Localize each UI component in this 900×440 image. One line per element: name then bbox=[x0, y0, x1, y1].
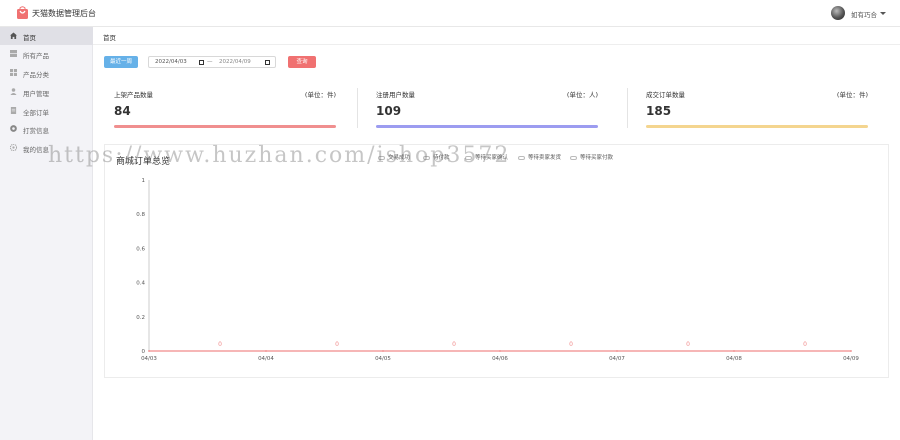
stat-title: 上架产品数量 bbox=[114, 91, 153, 99]
legend-swatch bbox=[423, 155, 430, 160]
card-divider bbox=[627, 88, 628, 128]
sidebar-item-rewards[interactable]: 打赏信息 bbox=[0, 120, 93, 138]
stat-bar bbox=[114, 125, 336, 128]
legend-swatch bbox=[518, 155, 525, 160]
stat-unit: (单位：件) bbox=[836, 91, 868, 99]
chart-title: 商城订单总览 bbox=[116, 157, 171, 167]
y-tick-label: 0 bbox=[142, 349, 146, 355]
legend-item[interactable]: 交易成功 bbox=[378, 153, 410, 161]
sidebar-item-users[interactable]: 用户管理 bbox=[0, 83, 93, 101]
legend-swatch bbox=[378, 155, 385, 160]
settings-icon bbox=[10, 144, 17, 151]
data-point bbox=[265, 350, 267, 352]
data-label: 0 bbox=[218, 341, 222, 348]
y-tick-label: 0.2 bbox=[136, 315, 145, 321]
sidebar-item-label: 产品分类 bbox=[23, 71, 49, 79]
sidebar-item-label: 打赏信息 bbox=[23, 127, 49, 135]
stat-title: 成交订单数量 bbox=[646, 91, 685, 99]
stat-bar bbox=[376, 125, 598, 128]
category-icon bbox=[10, 69, 17, 76]
legend-swatch bbox=[570, 155, 577, 160]
data-point bbox=[733, 350, 735, 352]
data-point bbox=[616, 350, 618, 352]
y-tick-label: 1 bbox=[142, 178, 146, 184]
y-tick-label: 0.8 bbox=[136, 212, 145, 218]
sidebar-item-label: 用户管理 bbox=[23, 90, 49, 98]
date-range-picker[interactable]: 2022/04/03 — 2022/04/09 bbox=[148, 56, 276, 68]
stat-card-users: 注册用户数量 (单位：人) 109 bbox=[376, 89, 598, 131]
sidebar: 首页 所有产品 产品分类 用户管理 全部订单 打赏信息 我的信息 bbox=[0, 27, 93, 440]
data-label: 0 bbox=[686, 341, 690, 348]
stat-value: 185 bbox=[646, 104, 672, 118]
x-tick-label: 04/04 bbox=[258, 356, 274, 362]
y-tick-label: 0.6 bbox=[136, 246, 145, 252]
sidebar-item-label: 全部订单 bbox=[23, 109, 49, 117]
legend-item[interactable]: 等待卖家发货 bbox=[518, 153, 561, 161]
sidebar-item-label: 我的信息 bbox=[23, 146, 49, 154]
calendar-icon[interactable] bbox=[265, 60, 270, 65]
data-label: 0 bbox=[452, 341, 456, 348]
user-icon bbox=[10, 88, 17, 95]
top-bar: 天猫数据管理后台 如有巧合 bbox=[0, 0, 900, 27]
stat-card-orders: 成交订单数量 (单位：件) 185 bbox=[646, 89, 868, 131]
end-date-input[interactable]: 2022/04/09 bbox=[219, 59, 251, 65]
sidebar-item-categories[interactable]: 产品分类 bbox=[0, 64, 93, 82]
calendar-icon[interactable] bbox=[199, 60, 204, 65]
y-tick-label: 0.4 bbox=[136, 281, 145, 287]
x-tick-label: 04/09 bbox=[843, 356, 859, 362]
stat-card-products: 上架产品数量 (单位：件) 84 bbox=[114, 89, 336, 131]
sidebar-item-orders[interactable]: 全部订单 bbox=[0, 102, 93, 120]
stat-value: 84 bbox=[114, 104, 131, 118]
start-date-input[interactable]: 2022/04/03 bbox=[155, 59, 187, 65]
caret-down-icon[interactable] bbox=[880, 12, 886, 15]
data-label: 0 bbox=[335, 341, 339, 348]
stat-title: 注册用户数量 bbox=[376, 91, 415, 99]
data-point bbox=[850, 350, 852, 352]
x-tick-label: 04/06 bbox=[492, 356, 508, 362]
card-divider bbox=[357, 88, 358, 128]
x-tick-label: 04/08 bbox=[726, 356, 742, 362]
legend-item[interactable]: 待付款 bbox=[423, 153, 450, 161]
x-tick-label: 04/07 bbox=[609, 356, 625, 362]
sidebar-item-label: 首页 bbox=[23, 34, 36, 42]
legend-item[interactable]: 等待买家付款 bbox=[570, 153, 613, 161]
data-label: 0 bbox=[569, 341, 573, 348]
sidebar-item-home[interactable]: 首页 bbox=[0, 27, 93, 45]
stat-bar bbox=[646, 125, 868, 128]
sidebar-item-products[interactable]: 所有产品 bbox=[0, 45, 93, 63]
data-point bbox=[382, 350, 384, 352]
order-icon bbox=[10, 107, 17, 114]
legend-swatch bbox=[465, 155, 472, 160]
stat-unit: (单位：人) bbox=[566, 91, 598, 99]
stat-value: 109 bbox=[376, 104, 402, 118]
last-week-button[interactable]: 最近一周 bbox=[104, 56, 138, 68]
data-label: 0 bbox=[803, 341, 807, 348]
avatar[interactable] bbox=[831, 6, 845, 20]
order-overview-chart: 0 0.2 0.4 0.6 0.8 1 04/03 04/04 04/05 04/06 04/07 0… bbox=[136, 178, 859, 362]
breadcrumb[interactable]: 首页 bbox=[103, 32, 116, 42]
grid-icon bbox=[10, 50, 17, 57]
stat-unit: (单位：件) bbox=[304, 91, 336, 99]
home-icon bbox=[10, 32, 17, 39]
sidebar-item-my-info[interactable]: 我的信息 bbox=[0, 139, 93, 157]
data-point bbox=[499, 350, 501, 352]
reward-icon bbox=[10, 125, 17, 132]
data-point bbox=[148, 350, 150, 352]
x-tick-label: 04/05 bbox=[375, 356, 391, 362]
date-separator: — bbox=[207, 59, 213, 65]
shopping-bag-icon bbox=[17, 6, 28, 19]
sidebar-item-label: 所有产品 bbox=[23, 52, 49, 60]
app-title: 天猫数据管理后台 bbox=[32, 9, 96, 18]
query-button[interactable]: 查询 bbox=[288, 56, 316, 68]
x-tick-label: 04/03 bbox=[141, 356, 157, 362]
breadcrumb-bar: 首页 bbox=[93, 27, 900, 45]
user-menu-name[interactable]: 如有巧合 bbox=[851, 9, 877, 19]
legend-item[interactable]: 等待买家确认 bbox=[465, 153, 508, 161]
